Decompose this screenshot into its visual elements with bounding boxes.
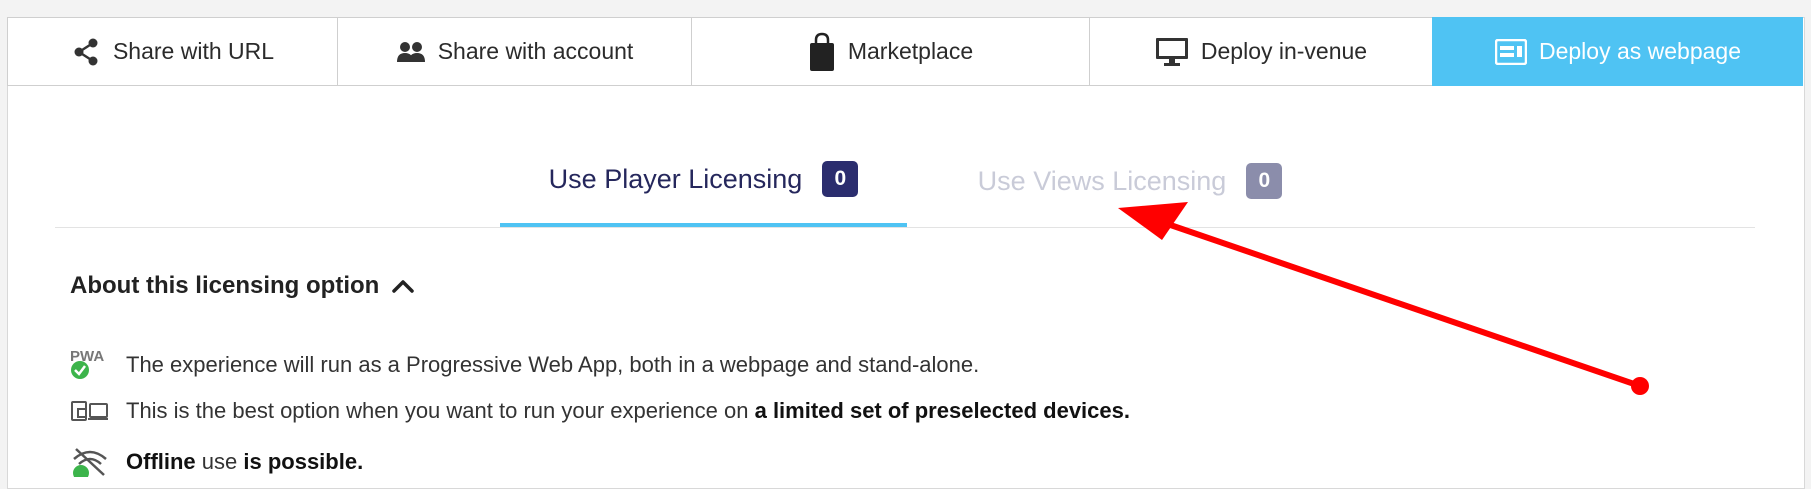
tab-marketplace[interactable]: Marketplace [691, 17, 1089, 86]
info-text-bold: a limited set of preselected devices. [754, 398, 1130, 423]
count-badge: 0 [822, 161, 859, 197]
shopping-bag-icon [808, 32, 836, 72]
tab-views-licensing[interactable]: Use Views Licensing 0 [955, 135, 1305, 227]
share-tabs: Share with URL Share with account Market… [7, 17, 1803, 87]
tab-deploy-in-venue[interactable]: Deploy in-venue [1089, 17, 1432, 86]
tab-label: Marketplace [847, 38, 974, 64]
tab-label: Share with account [437, 38, 634, 64]
tab-label: Deploy in-venue [1200, 38, 1368, 64]
info-text: The experience will run as a Progressive… [126, 352, 980, 377]
tab-share-with-account[interactable]: Share with account [337, 17, 691, 86]
tab-share-with-url[interactable]: Share with URL [7, 17, 337, 86]
info-pwa: PWA The experience will run as a Progres… [70, 347, 979, 383]
monitor-icon [1155, 37, 1189, 67]
about-toggle[interactable]: About this licensing option [70, 272, 415, 300]
users-icon [396, 40, 426, 64]
info-text: Offline use is possible. [126, 449, 363, 475]
info-bold-possible: is possible. [243, 449, 364, 474]
wifi-off-icon [70, 447, 118, 477]
tab-label: Deploy as webpage [1538, 38, 1742, 64]
info-text-middle: use [195, 449, 244, 474]
webpage-icon [1494, 38, 1527, 65]
pwa-icon: PWA [70, 347, 118, 383]
about-title: About this licensing option [70, 272, 380, 299]
info-offline: Offline use is possible. [70, 447, 363, 477]
tab-player-licensing[interactable]: Use Player Licensing 0 [500, 135, 907, 227]
tab-label: Use Views Licensing [977, 165, 1227, 196]
tab-label: Use Player Licensing [548, 163, 803, 194]
devices-icon [70, 399, 118, 423]
licensing-tabs: Use Player Licensing 0 Use Views Licensi… [55, 135, 1755, 228]
chevron-up-icon [391, 278, 415, 294]
info-bold-offline: Offline [126, 449, 196, 474]
tab-label: Share with URL [112, 38, 275, 64]
count-badge: 0 [1246, 163, 1283, 199]
info-text: This is the best option when you want to… [126, 398, 1130, 424]
share-icon [71, 37, 101, 67]
info-devices: This is the best option when you want to… [70, 398, 1130, 424]
tab-deploy-as-webpage[interactable]: Deploy as webpage [1432, 17, 1803, 86]
info-text-prefix: This is the best option when you want to… [126, 398, 755, 423]
